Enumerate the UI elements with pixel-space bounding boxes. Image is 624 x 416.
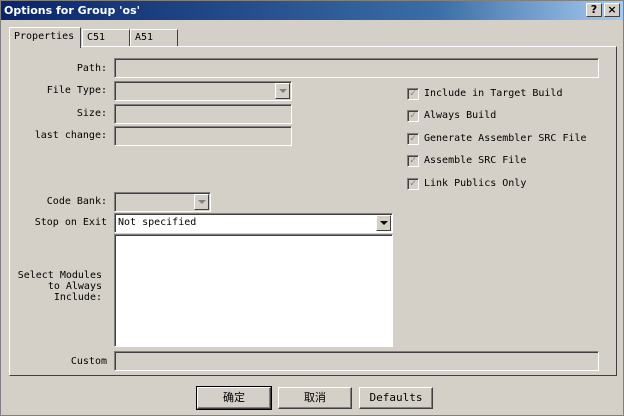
close-button[interactable]: ×	[604, 3, 620, 17]
checkbox-icon[interactable]: ✓	[407, 110, 419, 122]
window-title: Options for Group 'os'	[4, 4, 141, 17]
checkbox-icon[interactable]: ✓	[407, 178, 419, 190]
stop-on-exit-select[interactable]: Not specified	[114, 213, 393, 233]
tab-c51[interactable]: C51	[82, 29, 130, 47]
chevron-down-icon	[198, 200, 206, 204]
custom-field	[114, 351, 599, 371]
custom-label: Custom	[70, 356, 107, 367]
code-bank-select	[114, 192, 211, 212]
code-bank-dropdown-button	[194, 194, 209, 210]
stop-on-exit-label: Stop on Exit	[34, 217, 107, 228]
help-button[interactable]: ?	[586, 3, 602, 17]
path-label: Path:	[76, 63, 107, 74]
chevron-down-icon	[380, 221, 388, 225]
checkbox-icon[interactable]: ✓	[407, 155, 419, 167]
code-bank-label: Code Bank:	[46, 196, 107, 207]
cancel-button[interactable]: 取消	[278, 387, 352, 409]
size-field	[114, 104, 292, 124]
checkbox-icon[interactable]: ✓	[407, 88, 419, 100]
path-field	[114, 58, 599, 78]
chevron-down-icon	[279, 89, 287, 93]
select-modules-label: Select Modules to Always Include:	[17, 270, 102, 303]
option-label: Include in Target Build	[424, 88, 563, 99]
stop-on-exit-value: Not specified	[118, 217, 197, 228]
options-dialog: Options for Group 'os' ? × Properties C5…	[0, 0, 624, 416]
tab-a51[interactable]: A51	[130, 29, 178, 47]
option-label: Assemble SRC File	[424, 155, 527, 166]
last-change-field	[114, 126, 292, 146]
select-modules-list[interactable]	[114, 234, 393, 347]
last-change-label: last change:	[34, 130, 107, 141]
ok-button[interactable]: 确定	[196, 386, 272, 410]
option-label: Always Build	[424, 110, 497, 121]
option-label: Link Publics Only	[424, 178, 527, 189]
file-type-select	[114, 81, 292, 101]
checkbox-icon[interactable]: ✓	[407, 133, 419, 145]
file-type-dropdown-button	[275, 83, 290, 99]
tab-properties[interactable]: Properties	[9, 27, 81, 48]
defaults-button[interactable]: Defaults	[359, 387, 433, 409]
file-type-label: File Type:	[46, 85, 107, 96]
option-label: Generate Assembler SRC File	[424, 133, 587, 144]
stop-on-exit-dropdown-button[interactable]	[376, 215, 391, 231]
size-label: Size:	[76, 108, 107, 119]
title-bar[interactable]: Options for Group 'os' ? ×	[1, 1, 623, 20]
